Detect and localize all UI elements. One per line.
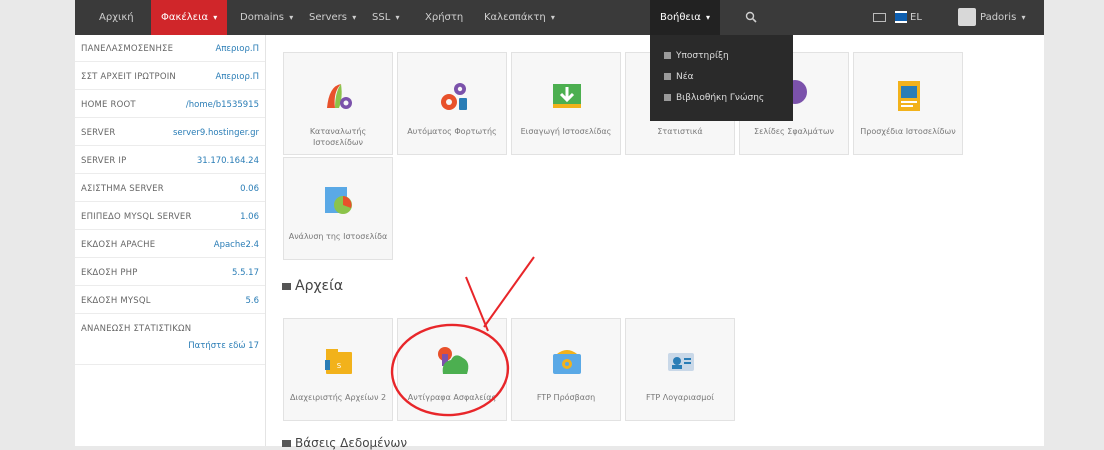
top-navbar: Αρχική Φακέλεια ▾ Domains ▾ Servers ▾ SS… — [75, 0, 1044, 35]
menu-item-support[interactable]: Υποστηρίξη — [650, 46, 793, 67]
user-menu[interactable]: Padoris ▾ — [958, 0, 1025, 35]
help-dropdown-menu: Υποστηρίξη Νέα Βιβλιοθήκη Γνώσης — [650, 35, 793, 121]
tile-backups[interactable]: Αντίγραφα Ασφαλείας — [397, 318, 507, 421]
ftp-access-icon — [553, 350, 581, 374]
tile-file-manager[interactable]: S Διαχειριστής Αρχείων 2 — [283, 318, 393, 421]
stat-row: ΕΚΔΟΣΗ MYSQL 5.6 — [75, 287, 265, 314]
stat-row: ΕΚΔΟΣΗ PHP 5.5.17 — [75, 259, 265, 286]
stat-row: ΕΠΙΠΕΔΟ MYSQL SERVER 1.06 — [75, 203, 265, 230]
file-manager-icon: S — [325, 349, 352, 374]
stat-row: SERVER IP 31.170.164.24 — [75, 147, 265, 174]
search-button[interactable] — [737, 0, 765, 35]
stat-value: server9.hostinger.gr — [172, 128, 259, 138]
stat-row: ΕΚΔΟΣΗ APACHE Apache2.4 — [75, 231, 265, 258]
website-templates-icon — [898, 81, 920, 111]
tile-import-website[interactable]: Εισαγωγή Ιστοσελίδας — [511, 52, 621, 155]
refresh-stats-link[interactable]: Πατήστε εδώ 17 — [188, 341, 259, 351]
language-selector[interactable]: EL — [895, 0, 922, 35]
section-title-files: Αρχεία — [282, 278, 343, 294]
stat-value: /home/b1535915 — [185, 100, 259, 110]
stat-value: 31.170.164.24 — [196, 156, 259, 166]
search-icon — [745, 11, 757, 23]
site-builder-icon — [327, 84, 352, 109]
stat-value: 5.5.17 — [231, 268, 259, 278]
nav-websites[interactable]: Φακέλεια ▾ — [151, 0, 228, 35]
stat-row: SERVER server9.hostinger.gr — [75, 119, 265, 146]
stat-value: Apache2.4 — [213, 240, 259, 250]
nav-servers[interactable]: Servers ▾ — [299, 0, 366, 35]
stat-row: ΠΑΝΕΛΑΣΜΟΣΕΝΗΣΕ Απεριορ.Π — [75, 35, 265, 62]
news-icon — [664, 73, 671, 80]
tile-site-builder[interactable]: Καταναλωτής Ιστοσελίδων — [283, 52, 393, 155]
greek-flag-icon — [895, 11, 907, 23]
account-stats-sidebar: ΠΑΝΕΛΑΣΜΟΣΕΝΗΣΕ Απεριορ.Π ΣΣΤ ΑΡΧΕΙΤ ΙΡΩΤ… — [75, 35, 266, 446]
avatar — [958, 8, 976, 26]
stat-row: ΑΝΑΝΕΩΣΗ ΣΤΑΤΙΣΤΙΚΩΝ Πατήστε εδώ 17 — [75, 315, 265, 365]
stat-row: ΣΣΤ ΑΡΧΕΙΤ ΙΡΩΤΡΟΙΝ Απεριορ.Π — [75, 63, 265, 90]
section-title-databases: Βάσεις Δεδομένων — [282, 436, 407, 450]
nav-user[interactable]: Χρήστη — [415, 0, 473, 35]
stat-link[interactable]: Απεριορ.Π — [216, 72, 260, 82]
mail-icon[interactable] — [873, 13, 886, 22]
tile-website-templates[interactable]: Προσχέδια Ιστοσελίδων — [853, 52, 963, 155]
stat-row: HOME ROOT/home/b1535915 — [75, 91, 265, 118]
nav-billing[interactable]: Καλεσπάκτη ▾ — [474, 0, 565, 35]
website-analysis-icon — [325, 187, 352, 214]
nav-domains[interactable]: Domains ▾ — [230, 0, 303, 35]
menu-item-knowledge-base[interactable]: Βιβλιοθήκη Γνώσης — [650, 88, 793, 109]
svg-text:S: S — [337, 362, 342, 370]
backups-icon — [438, 347, 469, 374]
book-icon — [664, 94, 671, 101]
right-gutter — [1044, 0, 1104, 446]
import-website-icon — [553, 84, 581, 108]
nav-home[interactable]: Αρχική — [89, 0, 144, 35]
stat-value: 5.6 — [245, 296, 259, 306]
nav-ssl[interactable]: SSL ▾ — [362, 0, 409, 35]
tile-website-analysis[interactable]: Ανάλυση της Ιστοσελίδα — [283, 157, 393, 260]
nav-help[interactable]: Βοήθεια ▾ — [650, 0, 721, 35]
stat-row: ΑΣΙΣΤΗΜΑ SERVER 0.06 — [75, 175, 265, 202]
tile-ftp-accounts[interactable]: FTP Λογαριασμοί — [625, 318, 735, 421]
stat-value: 0.06 — [240, 184, 259, 194]
menu-item-news[interactable]: Νέα — [650, 67, 793, 88]
support-icon — [664, 52, 671, 59]
stat-value: 1.06 — [240, 212, 259, 222]
ftp-accounts-icon — [668, 353, 694, 371]
tile-ftp-access[interactable]: FTP Πρόσβαση — [511, 318, 621, 421]
folder-icon — [282, 282, 291, 290]
auto-installer-icon — [441, 83, 467, 110]
stat-link[interactable]: Απεριορ.Π — [216, 44, 260, 54]
tile-auto-installer[interactable]: Αυτόματος Φορτωτής — [397, 52, 507, 155]
